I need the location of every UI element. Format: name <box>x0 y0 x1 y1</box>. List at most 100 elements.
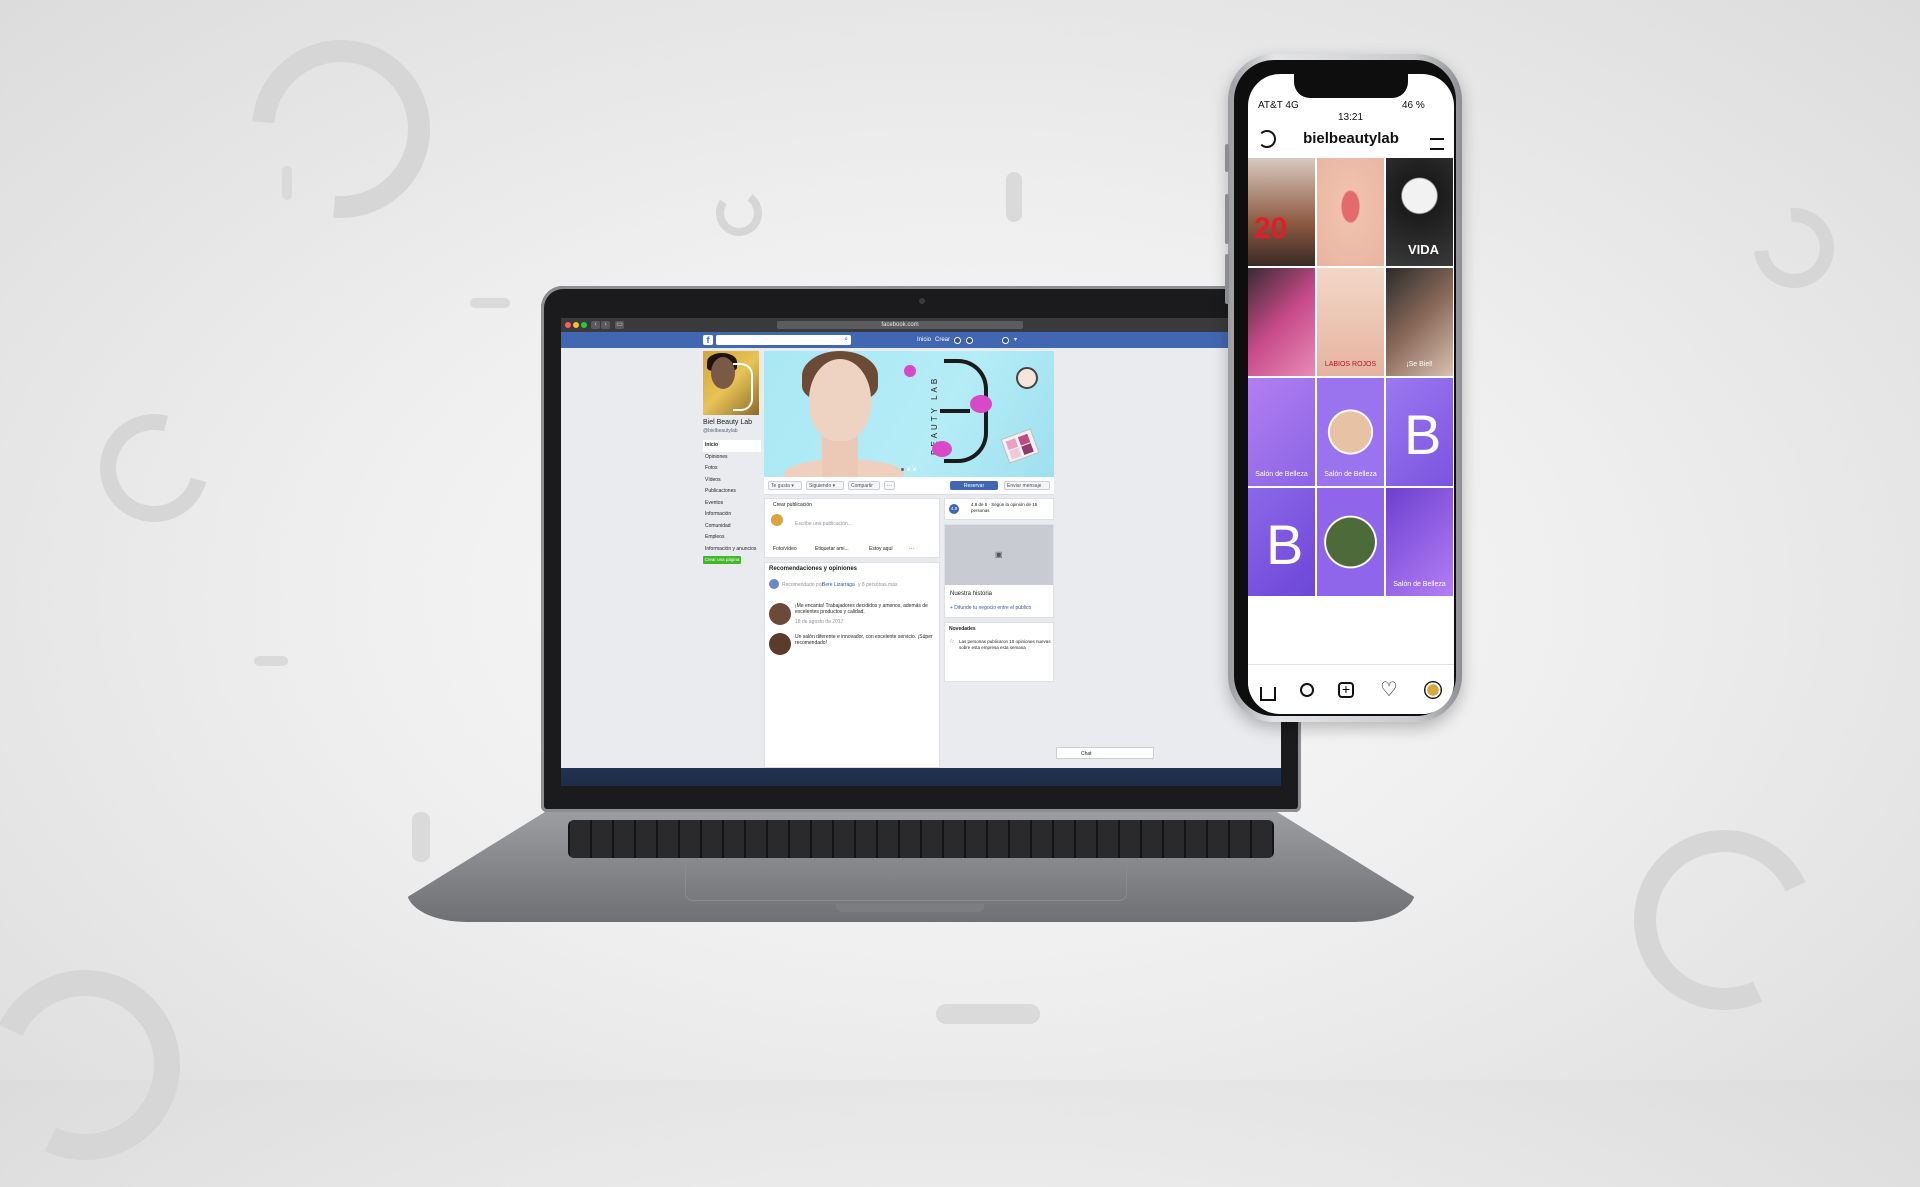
post-thumbnail[interactable]: ¡Se Biel! <box>1386 268 1453 376</box>
facebook-logo-icon[interactable]: f <box>703 335 713 345</box>
post-thumbnail[interactable]: B <box>1248 488 1315 596</box>
laptop-keyboard <box>568 820 1274 858</box>
back-button[interactable]: ‹ <box>591 321 600 329</box>
battery-status: 46 % <box>1402 100 1425 111</box>
reviewer-avatar[interactable] <box>769 633 791 655</box>
smartphone: AT&T 4G 13:21 46 % bielbeautylab 20 VIDA <box>1225 54 1462 722</box>
composer-more-button[interactable]: ··· <box>909 546 914 552</box>
create-post-card: Crear publicación Escribe una publicació… <box>764 498 940 558</box>
forward-button[interactable]: › <box>601 321 610 329</box>
like-button[interactable]: Te gusta ▾ <box>768 481 802 490</box>
sidebar-item-posts[interactable]: Publicaciones <box>703 486 761 498</box>
messages-icon[interactable] <box>966 337 973 344</box>
rating-badge: 4.8 <box>949 504 959 514</box>
send-message-button[interactable]: Enviar mensaje <box>1004 481 1050 490</box>
pink-cosmetic-blob <box>932 441 952 457</box>
recommended-prefix: Recomendado por <box>782 582 824 588</box>
maximize-window-button[interactable] <box>581 322 587 328</box>
decorative-dash <box>412 812 430 862</box>
laptop-trackpad <box>685 860 1127 901</box>
reviews-card: Recomendaciones y opiniones Recomendado … <box>764 562 940 768</box>
post-thumbnail[interactable] <box>1317 488 1384 596</box>
image-icon: ▣ <box>995 550 1003 559</box>
facebook-top-bar: f ⌕ Inicio Crear ▾ <box>561 332 1281 348</box>
share-button[interactable]: Compartir <box>848 481 880 490</box>
review-text: ¡Me encanta! Trabajadores decididos y am… <box>795 603 928 615</box>
search-input[interactable]: ⌕ <box>716 335 851 345</box>
story-link[interactable]: + Difunde tu negocio entre el público <box>950 605 1031 611</box>
nav-home[interactable]: Inicio <box>917 336 931 344</box>
sidebar-item-videos[interactable]: Vídeos <box>703 475 761 487</box>
phone-screen: AT&T 4G 13:21 46 % bielbeautylab 20 VIDA <box>1248 74 1454 714</box>
sidebar-item-community[interactable]: Comunidad <box>703 521 761 533</box>
decorative-dash <box>470 298 510 308</box>
post-thumbnail[interactable]: B <box>1386 378 1453 486</box>
page-actions-bar: Te gusta ▾ Siguiendo ▾ Compartir ··· Res… <box>764 477 1054 495</box>
phone-bezel: AT&T 4G 13:21 46 % bielbeautylab 20 VIDA <box>1234 60 1456 716</box>
post-thumbnail[interactable] <box>1248 268 1315 376</box>
more-actions-button[interactable]: ··· <box>884 481 895 490</box>
sidebar-item-info[interactable]: Información <box>703 509 761 521</box>
search-icon[interactable]: ⌕ <box>844 336 848 343</box>
home-icon[interactable] <box>1260 687 1276 701</box>
post-thumbnail[interactable]: VIDA <box>1386 158 1453 266</box>
chat-bar[interactable]: Chat <box>1056 747 1154 759</box>
carousel-dot[interactable] <box>901 468 904 471</box>
instagram-header: bielbeautylab <box>1248 120 1454 154</box>
like-button-label: Te gusta <box>771 483 790 489</box>
post-thumbnail[interactable] <box>1317 158 1384 266</box>
reviewer-avatar[interactable] <box>769 603 791 625</box>
post-thumbnail[interactable]: Salón de Belleza <box>1248 378 1315 486</box>
post-caption: Salón de Belleza <box>1255 471 1308 478</box>
create-page-button[interactable]: Crear una página <box>703 556 741 564</box>
checkin-button[interactable]: Estoy aquí <box>869 546 893 552</box>
post-thumbnail[interactable]: Salón de Belleza <box>1386 488 1453 596</box>
sidebar-toggle-icon[interactable]: ▭ <box>615 321 624 329</box>
cover-photo[interactable]: BEAUTY LAB <box>764 351 1054 477</box>
page-name[interactable]: Biel Beauty Lab <box>703 419 752 426</box>
profile-icon[interactable] <box>1424 681 1442 699</box>
laptop: ‹ › ▭ facebook.com f ⌕ Inicio Crear ▾ Bi… <box>541 286 1301 812</box>
search-icon[interactable] <box>1300 683 1314 697</box>
post-thumbnail[interactable]: LABIOS ROJOS <box>1317 268 1384 376</box>
minimize-window-button[interactable] <box>573 322 579 328</box>
post-caption: Salón de Belleza <box>1393 581 1446 588</box>
create-post-header: Crear publicación <box>773 502 812 508</box>
facebook-page: Biel Beauty Lab @bielbeautylab Inicio Op… <box>561 348 1281 786</box>
phone-volume-up <box>1225 194 1229 244</box>
story-title: Nuestra historia <box>950 591 993 597</box>
post-thumbnail[interactable]: 20 <box>1248 158 1315 266</box>
page-avatar[interactable] <box>703 351 759 415</box>
menu-dropdown-icon[interactable]: ▾ <box>1014 336 1017 344</box>
recommended-names[interactable]: Bere Lizarraga <box>822 582 855 588</box>
sidebar-item-jobs[interactable]: Empleos <box>703 532 761 544</box>
sidebar-item-photos[interactable]: Fotos <box>703 463 761 475</box>
close-window-button[interactable] <box>565 322 571 328</box>
post-thumbnail[interactable]: Salón de Belleza <box>1317 378 1384 486</box>
friends-icon[interactable] <box>954 337 961 344</box>
menu-icon[interactable] <box>1430 138 1444 150</box>
book-button[interactable]: Reservar <box>950 481 998 490</box>
sidebar-item-home[interactable]: Inicio <box>703 440 761 452</box>
review-text: Un salón diferente e innovador, con exce… <box>795 634 933 646</box>
phone-volume-down <box>1225 254 1229 304</box>
carousel-dot[interactable] <box>913 468 916 471</box>
add-icon[interactable]: + <box>1338 682 1354 698</box>
photo-video-button[interactable]: Foto/vídeo <box>773 546 797 552</box>
decorative-ring <box>0 943 207 1187</box>
help-icon[interactable] <box>1002 337 1009 344</box>
heart-icon[interactable]: ♡ <box>1378 679 1400 701</box>
page-handle: @bielbeautylab <box>703 428 738 434</box>
sidebar-item-reviews[interactable]: Opiniones <box>703 452 761 464</box>
instagram-post-grid: 20 VIDA LABIOS ROJOS ¡Se Biel! Salón de … <box>1248 158 1454 638</box>
tag-friends-button[interactable]: Etiquetar ami... <box>815 546 849 552</box>
address-bar[interactable]: facebook.com <box>777 321 1023 329</box>
following-button[interactable]: Siguiendo ▾ <box>806 481 844 490</box>
post-composer-input[interactable]: Escribe una publicación... <box>795 521 852 527</box>
sidebar-item-events[interactable]: Eventos <box>703 498 761 510</box>
reviews-title: Recomendaciones y opiniones <box>769 566 858 572</box>
carousel-dot[interactable] <box>907 468 910 471</box>
instagram-username: bielbeautylab <box>1303 130 1399 147</box>
sidebar-item-ads[interactable]: Información y anuncios <box>703 544 761 556</box>
nav-create[interactable]: Crear <box>935 336 950 344</box>
